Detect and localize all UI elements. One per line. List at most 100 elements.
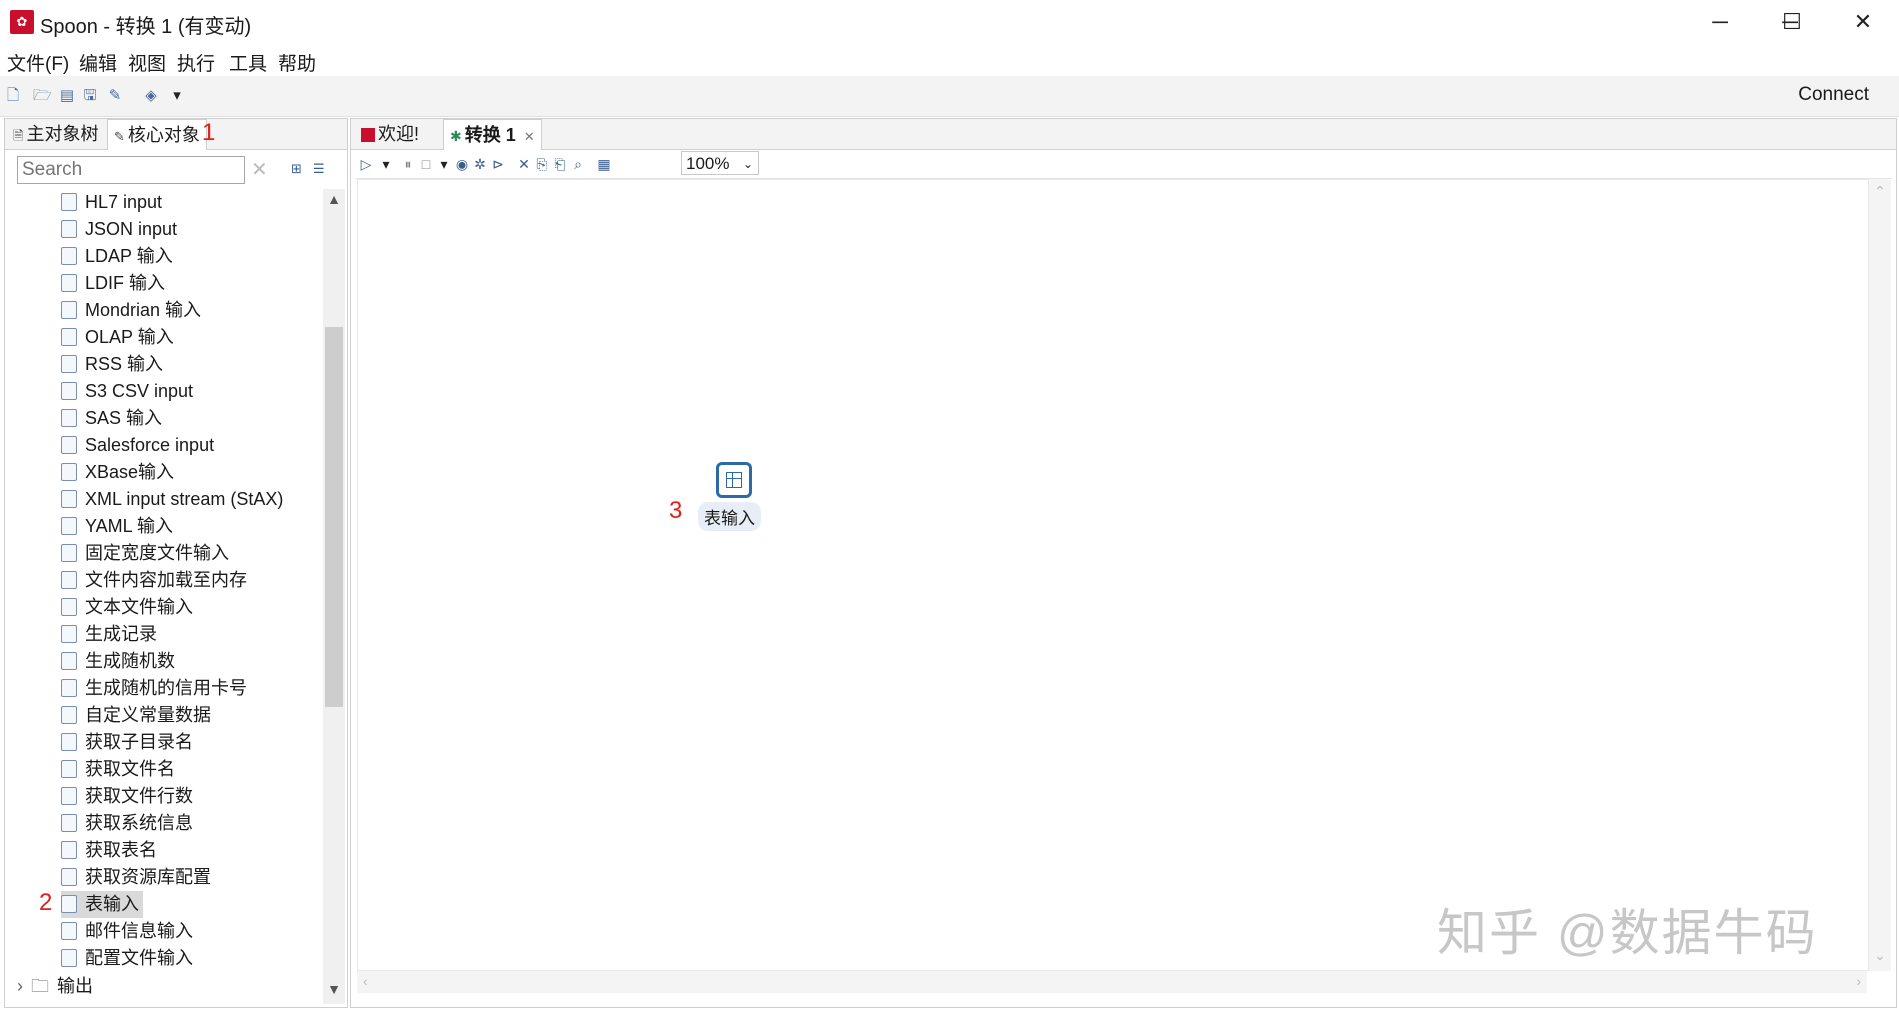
explore-repository-icon[interactable]: ▤ [58, 87, 76, 105]
tab-welcome[interactable]: 欢迎! [355, 119, 425, 149]
preview-icon[interactable]: ◉ [453, 155, 471, 173]
step-type-icon [61, 274, 77, 292]
new-file-icon[interactable]: 🗋 [4, 87, 22, 105]
tree-item[interactable]: S3 CSV input [61, 378, 193, 405]
step-type-icon [61, 517, 77, 535]
menu-edit[interactable]: 编辑 [79, 49, 117, 76]
verify-icon[interactable]: ✕ [515, 155, 533, 173]
tree-folder-output[interactable]: › 🗀 输出 [17, 973, 93, 1000]
step-type-icon [61, 949, 77, 967]
tree-item[interactable]: 表输入 [61, 891, 143, 918]
left-panel: 🗎主对象树 ✎核心对象 1 ✕ ⊞ ☰ HL7 input JSON input L… [4, 118, 348, 1008]
tree-item[interactable]: 获取系统信息 [61, 810, 193, 837]
layers-icon[interactable]: ◈ [142, 87, 160, 105]
tree-item-label: Mondrian 输入 [85, 300, 202, 320]
tree-item[interactable]: 固定宽度文件输入 [61, 540, 229, 567]
tab-core-objects[interactable]: ✎ 核心对象 [107, 119, 207, 150]
canvas-scroll-right-icon[interactable]: › [1856, 973, 1861, 989]
scroll-down-icon[interactable]: ▼ [323, 981, 345, 997]
maximize-button[interactable]: ☐ [1757, 0, 1827, 44]
open-file-icon[interactable]: 🗁 [33, 87, 52, 105]
menu-help[interactable]: 帮助 [278, 49, 316, 76]
stop-dropdown-icon[interactable]: ▾ [435, 155, 453, 173]
save-as-icon[interactable]: ✎ [106, 87, 124, 105]
explore-db-icon[interactable]: ⌕ [569, 155, 587, 173]
pencil-icon: ✎ [114, 129, 125, 144]
run-dropdown-icon[interactable]: ▾ [377, 155, 395, 173]
tree-item[interactable]: 生成记录 [61, 621, 157, 648]
tree-item[interactable]: RSS 输入 [61, 351, 163, 378]
tree-item[interactable]: 获取文件行数 [61, 783, 193, 810]
tree-item[interactable]: XBase输入 [61, 459, 174, 486]
tree-item[interactable]: Mondrian 输入 [61, 297, 201, 324]
tree-item[interactable]: 获取子目录名 [61, 729, 193, 756]
tree-item[interactable]: XML input stream (StAX) [61, 486, 283, 513]
canvas-horizontal-scrollbar[interactable]: ‹ › [357, 971, 1867, 993]
run-icon[interactable]: ▷ [357, 155, 375, 173]
tree-item[interactable]: 生成随机数 [61, 648, 175, 675]
canvas-vertical-scrollbar[interactable]: ⌃ ⌄ [1869, 179, 1891, 971]
tree-item[interactable]: OLAP 输入 [61, 324, 174, 351]
table-input-step-label[interactable]: 表输入 [698, 502, 761, 531]
tree-item[interactable]: YAML 输入 [61, 513, 173, 540]
dropdown-arrow-icon[interactable]: ▾ [168, 87, 186, 105]
menu-tools[interactable]: 工具 [229, 49, 267, 76]
tree-item[interactable]: 文本文件输入 [61, 594, 193, 621]
impact-icon[interactable]: ⎘ [533, 155, 551, 173]
tree-item[interactable]: 自定义常量数据 [61, 702, 211, 729]
transformation-canvas[interactable]: 3 表输入 [357, 179, 1869, 971]
menu-view[interactable]: 视图 [128, 49, 166, 76]
step-type-icon [61, 895, 77, 913]
close-tab-icon[interactable]: ✕ [524, 129, 535, 144]
stop-icon[interactable]: □ [417, 155, 435, 173]
tree-item[interactable]: 获取资源库配置 [61, 864, 211, 891]
search-input[interactable] [17, 156, 245, 184]
tree-item[interactable]: 邮件信息输入 [61, 918, 193, 945]
tree-item[interactable]: Salesforce input [61, 432, 214, 459]
tree-item[interactable]: 生成随机的信用卡号 [61, 675, 247, 702]
tree-item[interactable]: LDIF 输入 [61, 270, 165, 297]
canvas-scroll-down-icon[interactable]: ⌄ [1869, 947, 1891, 964]
tab-main-object-tree[interactable]: 🗎 主对象树 [7, 119, 104, 149]
tree-item-label: 生成随机的信用卡号 [85, 678, 247, 698]
tab-transformation-1[interactable]: ✱ 转换 1 ✕ [443, 119, 542, 150]
pause-icon[interactable]: ⏸ [399, 155, 417, 173]
editor-tabs: 欢迎! ✱ 转换 1 ✕ [351, 119, 1896, 150]
replay-icon[interactable]: ⊳ [489, 155, 507, 173]
scroll-thumb[interactable] [325, 327, 343, 707]
menu-file[interactable]: 文件(F) [7, 49, 69, 76]
results-icon[interactable]: ▦ [595, 155, 613, 173]
clear-search-icon[interactable]: ✕ [251, 157, 268, 182]
tree-item-label: 配置文件输入 [85, 948, 193, 968]
step-type-icon [61, 436, 77, 454]
minimize-button-2[interactable]: ─ [1685, 0, 1755, 44]
collapse-tree-icon[interactable]: ☰ [313, 161, 331, 179]
scroll-up-icon[interactable]: ▲ [323, 191, 345, 207]
save-icon[interactable]: 🖫 [81, 87, 99, 105]
sql-icon[interactable]: ⎗ [551, 155, 569, 173]
tree-item[interactable]: 获取表名 [61, 837, 157, 864]
tree-item[interactable]: LDAP 输入 [61, 243, 173, 270]
debug-icon[interactable]: ✲ [471, 155, 489, 173]
expand-tree-icon[interactable]: ⊞ [291, 161, 309, 179]
tree-folder-label: 输出 [57, 976, 93, 996]
tree-item[interactable]: HL7 input [61, 189, 162, 216]
tree-item[interactable]: SAS 输入 [61, 405, 162, 432]
close-button[interactable]: ✕ [1828, 0, 1898, 44]
canvas-scroll-left-icon[interactable]: ‹ [363, 973, 368, 989]
tree-scrollbar[interactable]: ▲ ▼ [323, 189, 345, 1004]
tree-item[interactable]: 获取文件名 [61, 756, 175, 783]
tree-item[interactable]: 配置文件输入 [61, 945, 193, 972]
table-input-step-icon[interactable] [716, 462, 752, 498]
tree-item-label: 自定义常量数据 [85, 705, 211, 725]
menu-run[interactable]: 执行 [177, 49, 215, 76]
canvas-scroll-up-icon[interactable]: ⌃ [1869, 183, 1891, 200]
step-type-icon [61, 571, 77, 589]
transformation-icon: ✱ [450, 128, 462, 144]
connect-button[interactable]: Connect [1798, 84, 1869, 106]
tree-item[interactable]: JSON input [61, 216, 177, 243]
zoom-select[interactable]: 100% ⌄ [681, 151, 759, 175]
document-icon: 🗎 [13, 128, 24, 143]
tree-item-label: 获取表名 [85, 840, 157, 860]
tree-item[interactable]: 文件内容加载至内存 [61, 567, 247, 594]
